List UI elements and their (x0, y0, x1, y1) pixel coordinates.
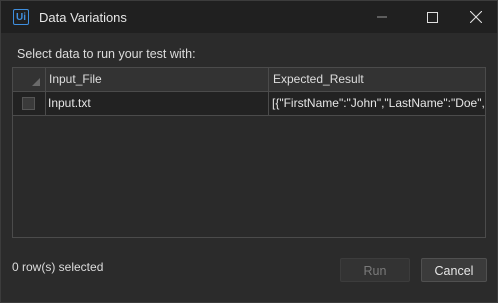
window-title: Data Variations (39, 10, 127, 25)
minimize-icon (377, 16, 387, 18)
sort-corner-icon (32, 78, 40, 86)
column-header-expected-result[interactable]: Expected_Result (269, 68, 485, 91)
instruction-text: Select data to run your test with: (17, 47, 196, 61)
cell-input-file[interactable]: Input.txt (45, 92, 269, 115)
cancel-button[interactable]: Cancel (421, 258, 487, 282)
uipath-logo-icon: Ui (13, 9, 29, 25)
close-icon (470, 11, 482, 23)
run-button[interactable]: Run (340, 258, 410, 282)
title-bar: Ui Data Variations (1, 1, 497, 33)
cell-expected-result[interactable]: [{"FirstName":"John","LastName":"Doe"," (269, 92, 485, 115)
table-row[interactable]: Input.txt [{"FirstName":"John","LastName… (13, 92, 485, 116)
row-selector[interactable] (13, 92, 46, 115)
column-header-label: Input_File (49, 72, 102, 86)
minimize-button[interactable] (359, 1, 405, 33)
selection-status: 0 row(s) selected (12, 260, 104, 274)
column-header-label: Expected_Result (273, 72, 364, 86)
data-variations-dialog: Ui Data Variations Select data to run yo… (0, 0, 498, 303)
close-button[interactable] (453, 1, 498, 33)
maximize-button[interactable] (409, 1, 455, 33)
cell-value: Input.txt (48, 96, 91, 110)
column-header-input-file[interactable]: Input_File (45, 68, 269, 91)
maximize-icon (426, 11, 438, 23)
cell-value: [{"FirstName":"John","LastName":"Doe"," (272, 96, 485, 110)
data-grid[interactable]: Input_File Expected_Result Input.txt [{"… (12, 67, 486, 238)
row-checkbox[interactable] (22, 97, 35, 110)
select-all-corner[interactable] (13, 68, 46, 91)
grid-header: Input_File Expected_Result (13, 68, 485, 92)
